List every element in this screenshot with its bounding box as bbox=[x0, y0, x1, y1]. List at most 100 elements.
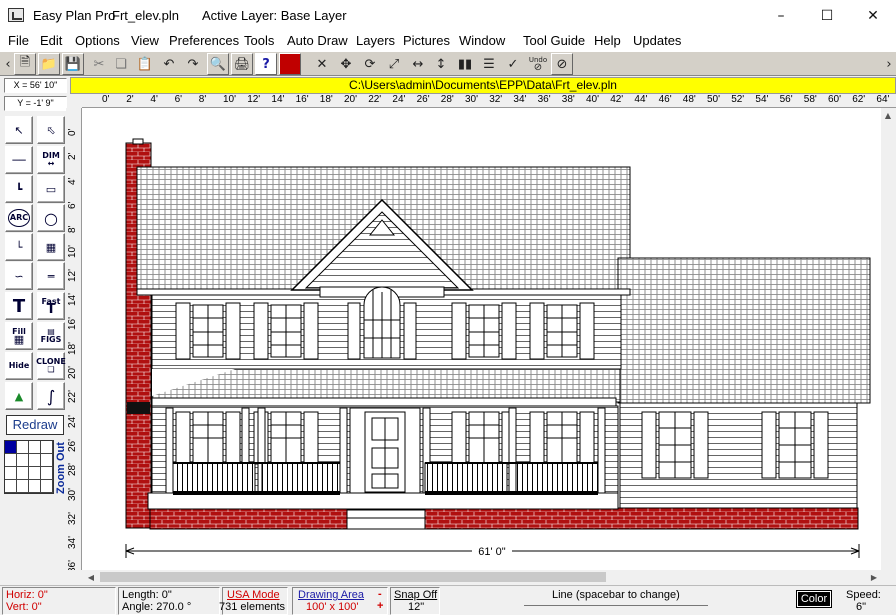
v-ruler-label: 20' bbox=[67, 365, 78, 379]
dimension-tool[interactable]: DIM ↔ bbox=[37, 146, 65, 174]
rail-base-left bbox=[173, 491, 340, 495]
toolbar: ‹ 🗎 📁 💾 ✂ ❏ 📋 ↶ ↷ 🔍 🖨 ? ✕ ✥ ⟳ ⤢ ↔ ↕ ▮▮ ☰… bbox=[0, 51, 896, 76]
lines-icon[interactable]: ☰ bbox=[478, 53, 500, 75]
open-folder-icon[interactable]: 📁 bbox=[38, 53, 60, 75]
no-symbol-icon[interactable]: ⊘ bbox=[551, 53, 573, 75]
cut-icon[interactable]: ✂ bbox=[88, 53, 110, 75]
text-tool[interactable]: T bbox=[5, 292, 33, 320]
menu-auto-draw[interactable]: Auto Draw bbox=[287, 33, 348, 48]
help-icon[interactable]: ? bbox=[255, 53, 277, 75]
h-ruler-label: 16' bbox=[295, 94, 309, 105]
usa-mode-link[interactable]: USA Mode bbox=[227, 589, 280, 601]
x-coordinate: X = 56' 10" bbox=[4, 78, 67, 93]
menu-layers[interactable]: Layers bbox=[356, 33, 395, 48]
app-name: Easy Plan Pro bbox=[33, 8, 116, 23]
toolbar-overflow-icon[interactable]: › bbox=[878, 53, 896, 75]
scroll-up-icon[interactable]: ▲ bbox=[881, 108, 895, 122]
copy-icon[interactable]: ❏ bbox=[110, 53, 132, 75]
rectangle-tool[interactable]: ▭ bbox=[37, 175, 65, 203]
zoom-out-button[interactable]: Zoom Out bbox=[55, 438, 67, 498]
menu-view[interactable]: View bbox=[131, 33, 159, 48]
zoom-icon[interactable]: 🔍 bbox=[207, 53, 229, 75]
freehand-tool[interactable]: ∫ bbox=[37, 382, 65, 410]
color-swatch-icon[interactable] bbox=[279, 53, 301, 75]
menu-tool-guide[interactable]: Tool Guide bbox=[523, 33, 585, 48]
hide-tool[interactable]: Hide bbox=[5, 352, 33, 380]
h-ruler-label: 48' bbox=[682, 94, 696, 105]
menu-updates[interactable]: Updates bbox=[633, 33, 681, 48]
grid-tool[interactable]: ▦ bbox=[37, 233, 65, 261]
speed-value: 6" bbox=[856, 601, 867, 613]
toolbar-grip-icon: ‹ bbox=[5, 56, 11, 72]
fast-text-tool[interactable]: Fast T bbox=[37, 292, 65, 320]
fill-tool[interactable]: Fill ▦ bbox=[5, 322, 33, 350]
color-button[interactable]: Color bbox=[796, 590, 832, 608]
stretch-horizontal-icon[interactable]: ↔ bbox=[407, 53, 429, 75]
move-icon[interactable]: ✥ bbox=[335, 53, 357, 75]
redo-arrow-icon[interactable]: ↷ bbox=[182, 53, 204, 75]
undo-arrow-icon[interactable]: ↶ bbox=[158, 53, 180, 75]
undo-circle-icon: ⊘ bbox=[533, 62, 543, 73]
v-ruler-label: 30' bbox=[67, 487, 78, 501]
drawing-canvas[interactable]: 61' 0" bbox=[82, 108, 881, 570]
speed-label: Speed: bbox=[846, 589, 881, 601]
chimney-cap bbox=[132, 138, 144, 145]
horizontal-scroll-thumb[interactable] bbox=[100, 572, 606, 582]
columns-icon[interactable]: ▮▮ bbox=[454, 53, 476, 75]
drawing-area-link[interactable]: Drawing Area bbox=[298, 589, 364, 601]
picture-tool[interactable]: ▲ bbox=[5, 382, 33, 410]
polyline-tool[interactable]: ┗ bbox=[5, 175, 33, 203]
line-tool[interactable]: ── bbox=[5, 146, 33, 174]
horiz-value: Horiz: 0" bbox=[6, 589, 48, 601]
erase-icon[interactable]: ✓ bbox=[502, 53, 524, 75]
menu-edit[interactable]: Edit bbox=[40, 33, 62, 48]
h-ruler-label: 22' bbox=[368, 94, 382, 105]
resize-icon[interactable]: ⤢ bbox=[383, 53, 405, 75]
horizontal-scrollbar[interactable]: ◀ ▶ bbox=[82, 570, 881, 584]
select-arrow-tool[interactable]: ↖ bbox=[5, 116, 33, 144]
new-file-icon[interactable]: 🗎 bbox=[14, 53, 36, 75]
area-decrease-icon[interactable]: - bbox=[378, 588, 382, 600]
redraw-button[interactable]: Redraw bbox=[6, 415, 64, 435]
menu-window[interactable]: Window bbox=[459, 33, 505, 48]
figures-tool[interactable]: ▤ FIGS bbox=[37, 322, 65, 350]
snap-toggle[interactable]: Snap Off bbox=[394, 589, 437, 601]
paste-icon[interactable]: 📋 bbox=[134, 53, 156, 75]
rotate-icon[interactable]: ⟳ bbox=[359, 53, 381, 75]
v-ruler-label: 4' bbox=[67, 177, 78, 185]
menu-options[interactable]: Options bbox=[75, 33, 120, 48]
menu-preferences[interactable]: Preferences bbox=[169, 33, 239, 48]
menu-tools[interactable]: Tools bbox=[244, 33, 274, 48]
wall-tool[interactable]: └ bbox=[5, 233, 33, 261]
arc-tool[interactable]: ARC bbox=[5, 204, 33, 232]
stretch-vertical-icon[interactable]: ↕ bbox=[430, 53, 452, 75]
menu-help[interactable]: Help bbox=[594, 33, 621, 48]
menu-file[interactable]: File bbox=[8, 33, 29, 48]
scroll-right-icon[interactable]: ▶ bbox=[867, 570, 881, 584]
scroll-left-icon[interactable]: ◀ bbox=[84, 570, 98, 584]
h-ruler-label: 0' bbox=[102, 94, 110, 105]
h-ruler-label: 18' bbox=[319, 94, 333, 105]
h-ruler-label: 24' bbox=[392, 94, 406, 105]
snap-size: 12" bbox=[408, 601, 425, 613]
maximize-icon[interactable]: ☐ bbox=[804, 0, 850, 31]
double-line-tool[interactable]: ═ bbox=[37, 262, 65, 290]
h-ruler-label: 40' bbox=[586, 94, 600, 105]
save-icon[interactable]: 💾 bbox=[62, 53, 84, 75]
menu-pictures[interactable]: Pictures bbox=[403, 33, 450, 48]
delete-icon[interactable]: ✕ bbox=[311, 53, 333, 75]
zoom-grid[interactable] bbox=[4, 440, 54, 494]
garage-roof bbox=[617, 257, 871, 404]
h-ruler-label: 60' bbox=[828, 94, 842, 105]
print-icon[interactable]: 🖨 bbox=[231, 53, 253, 75]
circle-tool[interactable]: ○ bbox=[37, 204, 65, 232]
clone-tool[interactable]: CLONE ❏ bbox=[36, 352, 66, 380]
foundation-left bbox=[149, 507, 348, 530]
area-increase-icon[interactable]: + bbox=[377, 600, 383, 612]
vertical-scrollbar[interactable]: ▲ bbox=[881, 108, 896, 570]
curve-tool[interactable]: ∽ bbox=[5, 262, 33, 290]
select-box-tool[interactable]: ⬁ bbox=[37, 116, 65, 144]
minimize-icon[interactable]: – bbox=[758, 0, 804, 31]
undo-button[interactable]: Undo ⊘ bbox=[527, 53, 549, 75]
close-icon[interactable]: ✕ bbox=[850, 0, 896, 31]
